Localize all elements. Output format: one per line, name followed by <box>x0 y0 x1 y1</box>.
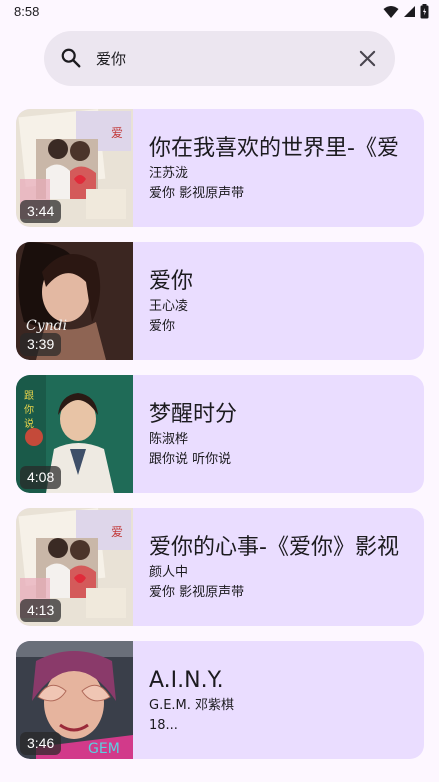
song-title: 你在我喜欢的世界里-《爱 <box>149 136 399 161</box>
signal-icon <box>404 6 415 17</box>
svg-text:说: 说 <box>24 417 34 430</box>
song-album: 爱你 <box>149 319 176 334</box>
album-cover: 爱 4:13 <box>16 508 133 626</box>
song-title: 爱你 <box>149 269 194 294</box>
duration-badge: 3:44 <box>20 200 62 223</box>
song-artist: 颜人中 <box>149 565 189 580</box>
song-info: 你在我喜欢的世界里-《爱 汪苏泷 爱你 影视原声带 <box>149 109 419 227</box>
search-bar[interactable] <box>44 31 395 86</box>
album-cover: 爱 3:44 <box>16 109 133 227</box>
album-cover: GEM 3:46 <box>16 641 133 759</box>
status-time: 8:58 <box>14 4 40 19</box>
song-album: 跟你说 听你说 <box>149 452 232 467</box>
list-item[interactable]: 跟 你 说 4:08 梦醒时分 陈淑桦 跟你说 听你说 <box>16 375 424 493</box>
song-title: A.I.N.Y. <box>149 668 224 693</box>
battery-icon <box>420 4 429 19</box>
song-info: 梦醒时分 陈淑桦 跟你说 听你说 <box>149 375 419 493</box>
song-artist: 王心凌 <box>149 299 189 314</box>
album-cover: 跟 你 说 4:08 <box>16 375 133 493</box>
svg-text:跟: 跟 <box>24 390 34 402</box>
duration-badge: 3:46 <box>20 732 62 755</box>
svg-text:爱: 爱 <box>111 126 123 140</box>
song-info: 爱你的心事-《爱你》影视 颜人中 爱你 影视原声带 <box>149 508 419 626</box>
svg-text:GEM: GEM <box>88 741 120 757</box>
album-cover: Cyndi 3:39 <box>16 242 133 360</box>
close-icon[interactable] <box>358 49 377 68</box>
song-artist: 陈淑桦 <box>149 432 189 447</box>
list-item[interactable]: 爱 3:44 你在我喜欢的世界里-《爱 汪苏泷 爱你 影视原声带 <box>16 109 424 227</box>
song-album: 18... <box>149 718 178 733</box>
status-icons <box>383 4 429 19</box>
list-item[interactable]: 爱 4:13 爱你的心事-《爱你》影视 颜人中 爱你 影视原声带 <box>16 508 424 626</box>
song-info: 爱你 王心凌 爱你 <box>149 242 419 360</box>
svg-text:爱: 爱 <box>111 525 123 539</box>
song-artist: 汪苏泷 <box>149 166 189 181</box>
song-info: A.I.N.Y. G.E.M. 邓紫棋 18... <box>149 641 419 759</box>
duration-badge: 3:39 <box>20 333 62 356</box>
song-title: 梦醒时分 <box>149 402 238 427</box>
song-title: 爱你的心事-《爱你》影视 <box>149 535 399 560</box>
duration-badge: 4:13 <box>20 599 62 622</box>
song-album: 爱你 影视原声带 <box>149 585 245 600</box>
search-input[interactable] <box>96 45 346 71</box>
svg-text:Cyndi: Cyndi <box>26 318 67 334</box>
duration-badge: 4:08 <box>20 466 62 489</box>
status-bar: 8:58 <box>0 0 439 26</box>
song-album: 爱你 影视原声带 <box>149 186 245 201</box>
search-icon[interactable] <box>60 47 82 69</box>
song-artist: G.E.M. 邓紫棋 <box>149 698 235 713</box>
list-item[interactable]: GEM 3:46 A.I.N.Y. G.E.M. 邓紫棋 18... <box>16 641 424 759</box>
svg-text:你: 你 <box>24 403 34 416</box>
list-item[interactable]: Cyndi 3:39 爱你 王心凌 爱你 <box>16 242 424 360</box>
wifi-icon <box>383 5 399 18</box>
